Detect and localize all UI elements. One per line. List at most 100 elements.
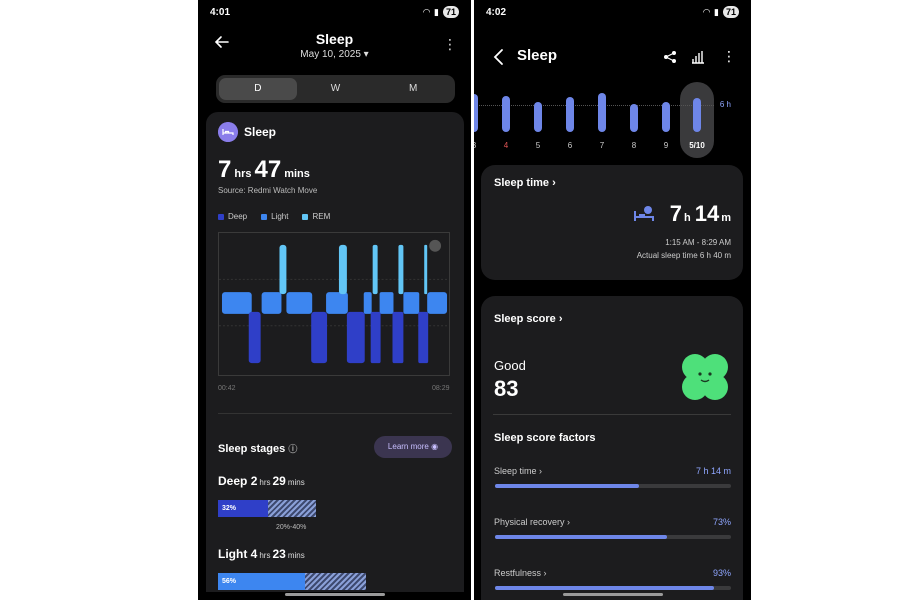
left-screen: 4:01 ◠ ▮ 71 Sleep May 10, 2025 ▾ ⋮ D W M… [198, 0, 471, 600]
signal-icon: ▮ [434, 6, 439, 17]
share-icon[interactable] [663, 50, 677, 64]
bed-icon [218, 122, 238, 142]
deep-stage-blocks [248, 311, 429, 364]
rem-stage-blocks [279, 244, 428, 295]
legend-light: Light [261, 212, 288, 221]
data-source: Source: Redmi Watch Move [218, 186, 318, 195]
signal-icon: ▮ [714, 6, 719, 17]
date-selector[interactable]: May 10, 2025 ▾ [198, 49, 471, 60]
sleep-time-duration: 7 h 14 m [669, 201, 731, 226]
more-options-icon[interactable]: ⋮ [722, 48, 736, 64]
duration-mins: 47 [254, 156, 282, 183]
day-label: 3 [474, 141, 484, 150]
day-label: 6 [567, 141, 573, 150]
duration-hours: 7 [218, 156, 232, 183]
factor-restfulness-bar [495, 586, 731, 590]
day-bar[interactable] [534, 102, 542, 132]
chart-start-time: 00:42 [218, 385, 236, 392]
duration-hrs-unit: hrs [234, 168, 252, 180]
divider [218, 413, 452, 414]
sleep-time-range: 1:15 AM - 8:29 AM [665, 238, 731, 247]
divider [493, 414, 731, 415]
status-time: 4:02 [486, 7, 507, 18]
day-label: 5 [535, 141, 541, 150]
factor-physical-recovery-value: 73% [712, 517, 731, 527]
back-chevron-icon[interactable] [492, 48, 506, 66]
day-bar-selected[interactable] [693, 98, 701, 132]
light-percent: 56% [218, 573, 305, 590]
day-bar[interactable] [598, 93, 606, 132]
wifi-icon: ◠ [703, 6, 711, 17]
sleep-score-card[interactable]: Sleep score › Good 83 Sleep score factor… [481, 296, 743, 600]
factor-physical-recovery-bar [495, 535, 731, 539]
goal-label: 6 h [719, 100, 731, 109]
factor-bar-fill [495, 484, 639, 488]
day-label: 8 [631, 141, 637, 150]
day-bar[interactable] [502, 96, 510, 132]
sleep-stages-title: Sleep stages ⓘ [218, 443, 298, 455]
stats-icon[interactable] [691, 50, 705, 64]
info-icon[interactable]: ⓘ [288, 444, 297, 454]
day-bar[interactable] [662, 102, 670, 132]
tab-month[interactable]: M [374, 78, 452, 100]
day-label: 7 [599, 141, 605, 150]
sleep-time-title[interactable]: Sleep time › [494, 177, 556, 189]
factor-restfulness-value: 93% [712, 568, 731, 578]
factor-bar-fill [495, 586, 715, 590]
wifi-icon: ◠ [423, 6, 431, 17]
card-title: Sleep [244, 125, 277, 139]
home-indicator[interactable] [562, 593, 663, 596]
deep-stage-bar: 32% [218, 500, 316, 517]
score-factors-title: Sleep score factors [494, 432, 596, 444]
deep-stage-label: Deep 2 hrs 29 mins [218, 474, 305, 488]
page-title: Sleep [315, 31, 354, 47]
tab-day[interactable]: D [219, 78, 297, 100]
chart-end-time: 08:29 [432, 385, 450, 392]
learn-more-button[interactable]: Learn more ◉ [374, 436, 452, 458]
sleep-score-title[interactable]: Sleep score › [494, 313, 562, 325]
sleep-stage-chart[interactable] [218, 232, 450, 376]
factor-sleep-time-value: 7 h 14 m [695, 466, 731, 476]
day-label: 4 [503, 141, 509, 150]
light-target-range [305, 573, 366, 590]
chart-legend: Deep Light REM [218, 212, 330, 221]
actual-sleep-time: Actual sleep time 6 h 40 m [636, 251, 731, 260]
status-bar: 4:02 ◠ ▮ 71 [474, 6, 751, 20]
deep-target-range [268, 500, 316, 517]
status-bar: 4:01 ◠ ▮ 71 [198, 6, 471, 20]
sleep-card: Sleep 7 hrs 47 mins Source: Redmi Watch Mov… [206, 112, 464, 592]
light-stage-bar: 56% [218, 573, 366, 590]
status-time: 4:01 [210, 7, 231, 18]
sleep-time-card[interactable]: Sleep time › 7 h 14 m 1:15 AM - 8:29 AM Act… [481, 165, 743, 280]
day-bar[interactable] [566, 97, 574, 132]
status-icons: ◠ ▮ 71 [703, 6, 739, 18]
clover-mascot-icon [682, 354, 728, 400]
day-bar[interactable] [474, 94, 478, 132]
factor-sleep-time-bar [495, 484, 731, 488]
week-sleep-chart: 6 h 3 4 5 6 7 8 9 5/10 [474, 80, 751, 160]
battery-icon: 71 [722, 6, 739, 18]
more-options-icon[interactable]: ⋮ [443, 36, 457, 53]
day-bar[interactable] [630, 104, 638, 132]
sleep-score-value: 83 [494, 376, 519, 401]
goal-line [474, 105, 714, 106]
battery-icon: 71 [442, 6, 459, 18]
eye-icon: ◉ [431, 442, 439, 451]
page-title: Sleep [517, 47, 558, 64]
factor-bar-fill [495, 535, 668, 539]
tab-week[interactable]: W [297, 78, 375, 100]
duration-mins-unit: mins [284, 168, 310, 180]
light-stage-blocks [221, 292, 448, 314]
home-indicator[interactable] [284, 593, 385, 596]
sleeping-person-icon [634, 206, 654, 221]
light-stage-label: Light 4 hrs 23 mins [218, 547, 305, 561]
status-icons: ◠ ▮ 71 [423, 6, 459, 18]
factor-restfulness[interactable]: Restfulness › [494, 568, 547, 578]
right-screen: 4:02 ◠ ▮ 71 Sleep ⋮ 6 h 3 4 5 6 7 8 9 [474, 0, 751, 600]
sleep-score-rating: Good [494, 358, 526, 373]
factor-physical-recovery[interactable]: Physical recovery › [494, 517, 570, 527]
day-label: 9 [663, 141, 669, 150]
factor-sleep-time[interactable]: Sleep time › [494, 466, 542, 476]
legend-deep: Deep [218, 212, 247, 221]
deep-target-range-label: 20%-40% [276, 524, 307, 531]
